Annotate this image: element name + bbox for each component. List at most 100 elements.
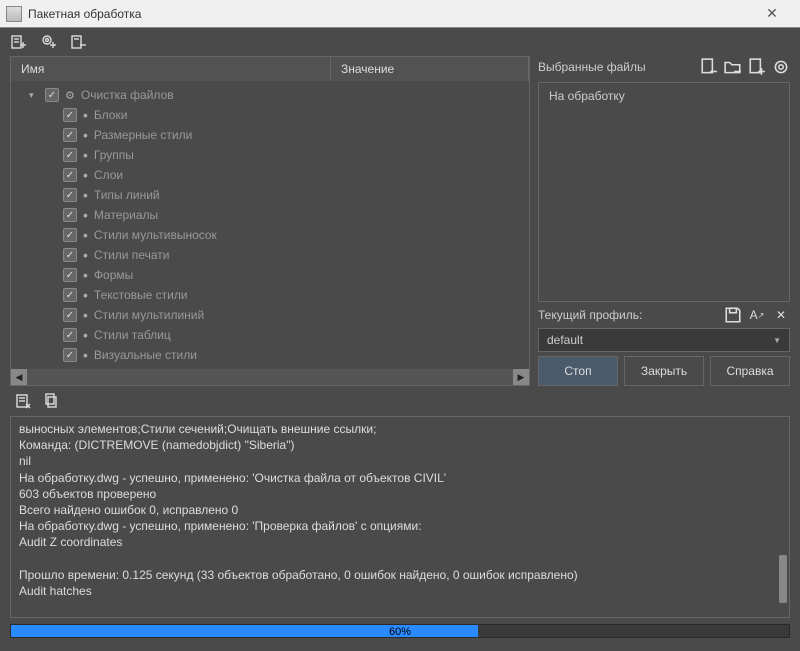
tree-item-label: Стили мультилиний xyxy=(94,308,204,322)
log-line: Audit Z coordinates xyxy=(19,534,781,550)
rename-icon[interactable]: A↗ xyxy=(748,306,766,324)
tree-item[interactable]: • Стили печати xyxy=(11,245,529,265)
file-add-icon[interactable] xyxy=(748,58,766,76)
add-gear-icon[interactable] xyxy=(40,33,58,51)
progress-label: 60% xyxy=(11,625,789,639)
folder-remove-icon[interactable] xyxy=(724,58,742,76)
tree-item[interactable]: •Стили мультивыносок xyxy=(11,225,529,245)
log-line: На обработку.dwg - успешно, применено: '… xyxy=(19,518,781,534)
checkbox[interactable] xyxy=(63,108,77,122)
bullet-icon: • xyxy=(83,248,88,262)
tree-item[interactable]: • Группы xyxy=(11,145,529,165)
chevron-down-icon[interactable]: ▾ xyxy=(29,90,39,101)
tree-item-label: Стили таблиц xyxy=(94,328,171,342)
tree-header: Имя Значение xyxy=(11,57,529,81)
close-button[interactable]: Закрыть xyxy=(624,356,704,386)
profile-header: Текущий профиль: A↗ ✕ xyxy=(538,306,790,324)
files-list[interactable]: На обработку xyxy=(538,82,790,302)
tree-item[interactable]: • Стили мультилиний xyxy=(11,305,529,325)
scroll-left-icon[interactable]: ◀ xyxy=(11,369,27,385)
tree-item[interactable]: • Типы линий xyxy=(11,185,529,205)
files-header: Выбранные файлы xyxy=(538,56,790,78)
tree-item-label: Размерные стили xyxy=(94,128,192,142)
tree-panel: Имя Значение ▾ ⚙ Очистка файлов •Блоки•Р… xyxy=(10,56,530,386)
top-toolbar xyxy=(0,28,800,56)
tree-item-label: Визуальные стили xyxy=(94,348,197,362)
tree-item-label: Стили мультивыносок xyxy=(94,228,217,242)
checkbox[interactable] xyxy=(63,148,77,162)
tree[interactable]: ▾ ⚙ Очистка файлов •Блоки•Размерные стил… xyxy=(11,81,529,369)
bullet-icon: • xyxy=(83,268,88,282)
tree-item[interactable]: • Размерные стили xyxy=(11,125,529,145)
tree-root[interactable]: ▾ ⚙ Очистка файлов xyxy=(11,85,529,105)
log-output[interactable]: выносных элементов;Стили сечений;Очищать… xyxy=(10,416,790,618)
clear-log-icon[interactable] xyxy=(14,392,32,410)
save-icon[interactable] xyxy=(724,306,742,324)
copy-log-icon[interactable] xyxy=(42,392,60,410)
tree-item[interactable]: • Стили таблиц xyxy=(11,325,529,345)
checkbox[interactable] xyxy=(63,248,77,262)
tree-item-label: Типы линий xyxy=(94,188,160,202)
vertical-scrollbar[interactable] xyxy=(779,419,787,615)
checkbox[interactable] xyxy=(63,208,77,222)
tree-item-label: Формы xyxy=(94,268,133,282)
profile-value: default xyxy=(547,333,773,347)
column-name[interactable]: Имя xyxy=(11,57,331,81)
tree-item-label: Стили печати xyxy=(94,248,170,262)
tree-item[interactable]: •Текстовые стили xyxy=(11,285,529,305)
gear-icon: ⚙ xyxy=(65,89,75,102)
tree-item[interactable]: • Формы xyxy=(11,265,529,285)
bullet-icon: • xyxy=(83,308,88,322)
checkbox[interactable] xyxy=(63,328,77,342)
close-icon[interactable]: ✕ xyxy=(750,5,794,22)
bullet-icon: • xyxy=(83,208,88,222)
stop-button[interactable]: Стоп xyxy=(538,356,618,386)
file-remove-icon[interactable] xyxy=(700,58,718,76)
help-button[interactable]: Справка xyxy=(710,356,790,386)
checkbox[interactable] xyxy=(63,128,77,142)
bullet-icon: • xyxy=(83,348,88,362)
checkbox[interactable] xyxy=(63,268,77,282)
bullet-icon: • xyxy=(83,148,88,162)
log-toolbar xyxy=(0,386,800,416)
tree-item[interactable]: •Слои xyxy=(11,165,529,185)
column-value[interactable]: Значение xyxy=(331,57,529,81)
bullet-icon: • xyxy=(83,188,88,202)
settings-icon[interactable] xyxy=(772,58,790,76)
bullet-icon: • xyxy=(83,328,88,342)
bullet-icon: • xyxy=(83,168,88,182)
checkbox[interactable] xyxy=(63,188,77,202)
tree-item-label: Группы xyxy=(94,148,134,162)
checkbox[interactable] xyxy=(63,228,77,242)
checkbox[interactable] xyxy=(63,308,77,322)
log-line xyxy=(19,599,781,615)
log-line: Audit hatches xyxy=(19,583,781,599)
scroll-right-icon[interactable]: ▶ xyxy=(513,369,529,385)
progress-bar: 60% xyxy=(10,624,790,638)
horizontal-scrollbar[interactable]: ◀ ▶ xyxy=(11,369,529,385)
app-icon xyxy=(6,6,22,22)
file-item[interactable]: На обработку xyxy=(549,89,779,103)
log-line: На обработку.dwg - успешно, применено: '… xyxy=(19,470,781,486)
delete-profile-icon[interactable]: ✕ xyxy=(772,306,790,324)
log-line xyxy=(19,551,781,567)
window-title: Пакетная обработка xyxy=(28,7,750,21)
checkbox[interactable] xyxy=(45,88,59,102)
checkbox[interactable] xyxy=(63,348,77,362)
log-line: Прошло времени: 0.125 секунд (33 объекто… xyxy=(19,567,781,583)
add-list-icon[interactable] xyxy=(10,33,28,51)
tree-item[interactable]: •Материалы xyxy=(11,205,529,225)
files-label: Выбранные файлы xyxy=(538,60,694,74)
profile-select[interactable]: default ▼ xyxy=(538,328,790,352)
log-line: 603 объектов проверено xyxy=(19,486,781,502)
checkbox[interactable] xyxy=(63,288,77,302)
tree-item[interactable]: •Блоки xyxy=(11,105,529,125)
log-line: Прошло времени: 0.047 секунд (33 объекто… xyxy=(19,615,781,618)
checkbox[interactable] xyxy=(63,168,77,182)
bullet-icon: • xyxy=(83,108,88,122)
tree-item[interactable]: • Визуальные стили xyxy=(11,345,529,365)
tree-root-label: Очистка файлов xyxy=(81,88,174,102)
remove-item-icon[interactable] xyxy=(70,33,88,51)
bullet-icon: • xyxy=(83,128,88,142)
log-line: nil xyxy=(19,453,781,469)
